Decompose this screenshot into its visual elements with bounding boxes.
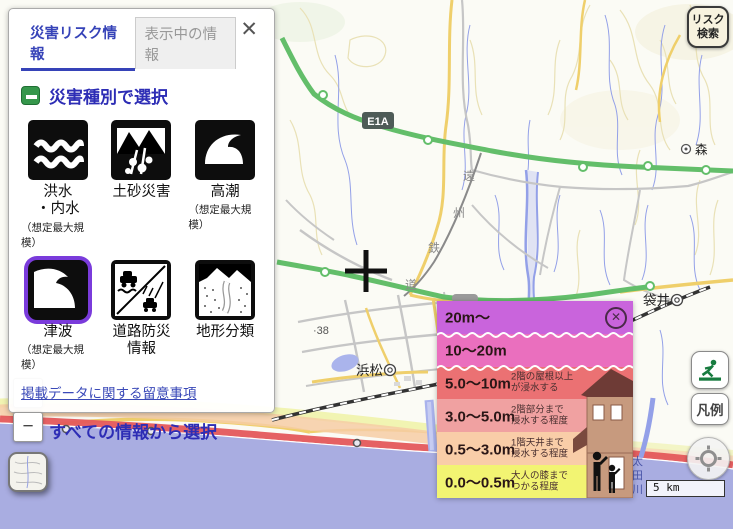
svg-text:道: 道 [405,278,417,292]
svg-text:·38: ·38 [313,325,329,337]
road-disaster-icon [111,260,171,320]
panel-close-icon[interactable]: ✕ [236,17,262,43]
legend-row: 10〜20m [437,334,633,367]
svg-text:太: 太 [632,455,643,468]
svg-text:田: 田 [632,470,643,482]
zoom-out-button[interactable]: − [13,412,43,442]
svg-text:袋井: 袋井 [643,293,670,308]
data-notes-link[interactable]: 掲載データに関する留意事項 [21,382,197,402]
collapse-minus-icon[interactable] [21,86,40,105]
disaster-type-road-disaster[interactable]: 道路防災 情報 [111,260,171,372]
legend-row: 0.5〜3.0m 1階天井まで 浸水する程度 [437,432,633,465]
tsunami-icon [28,260,88,320]
legend-row: 20m〜 ✕ [437,301,633,334]
disaster-type-flood[interactable]: 洪水 ・内水 （想定最大規模） [21,120,95,250]
disaster-type-tsunami[interactable]: 津波 （想定最大規模） [21,260,95,372]
svg-text:森: 森 [695,142,708,157]
svg-text:州: 州 [453,206,465,220]
compass-icon [695,445,722,472]
tab-displayed-info[interactable]: 表示中の情報 [135,17,237,69]
section-title: 災害種別で選択 [49,83,168,108]
map-scale-bar: 5 km [646,480,725,497]
svg-text:遠: 遠 [463,169,475,183]
legend-close-icon[interactable]: ✕ [605,307,627,329]
svg-text:浜松: 浜松 [356,363,383,378]
risk-search-button[interactable]: リスク 検索 [687,6,729,48]
svg-text:鉄: 鉄 [428,240,440,255]
tab-disaster-risk-info[interactable]: 災害リスク情報 [21,17,135,71]
current-location-button[interactable] [687,437,730,480]
section-select-by-type: 災害種別で選択 [21,83,262,108]
evacuation-person-icon [697,357,723,383]
disaster-type-grid: 洪水 ・内水 （想定最大規模） 土砂災害 高潮 [21,120,262,372]
svg-text:E1A: E1A [367,116,388,128]
tsunami-depth-legend: 20m〜 ✕ 10〜20m 5.0〜10m 2階の屋根以上 が浸水する 3.0〜… [437,301,633,498]
landform-icon [195,260,255,320]
landslide-icon [111,120,171,180]
disaster-type-storm-surge[interactable]: 高潮 （想定最大規模） [188,120,262,250]
storm-surge-icon [195,120,255,180]
evacuation-site-button[interactable] [691,351,729,389]
panel-tabbar: 災害リスク情報 表示中の情報 ✕ [21,17,262,71]
disaster-type-landslide[interactable]: 土砂災害 [111,120,171,250]
disaster-info-panel: 災害リスク情報 表示中の情報 ✕ 災害種別で選択 洪水 ・内水 （想定最大規模） [8,8,275,413]
legend-row: 0.0〜0.5m 大人の膝まで つかる程度 [437,465,633,498]
expressway-badge: E1A [362,112,394,129]
minimap-thumbnail [10,454,46,490]
select-all-title: すべての情報から選択 [49,418,217,443]
overview-minimap-button[interactable] [8,452,48,492]
legend-row: 5.0〜10m 2階の屋根以上 が浸水する [437,367,633,400]
svg-text:川: 川 [632,484,643,496]
legend-button[interactable]: 凡例 [691,393,729,425]
flood-icon [28,120,88,180]
section-select-all[interactable]: すべての情報から選択 [21,418,262,443]
disaster-type-landform[interactable]: 地形分類 [195,260,255,372]
legend-row: 3.0〜5.0m 2階部分まで 浸水する程度 [437,399,633,432]
